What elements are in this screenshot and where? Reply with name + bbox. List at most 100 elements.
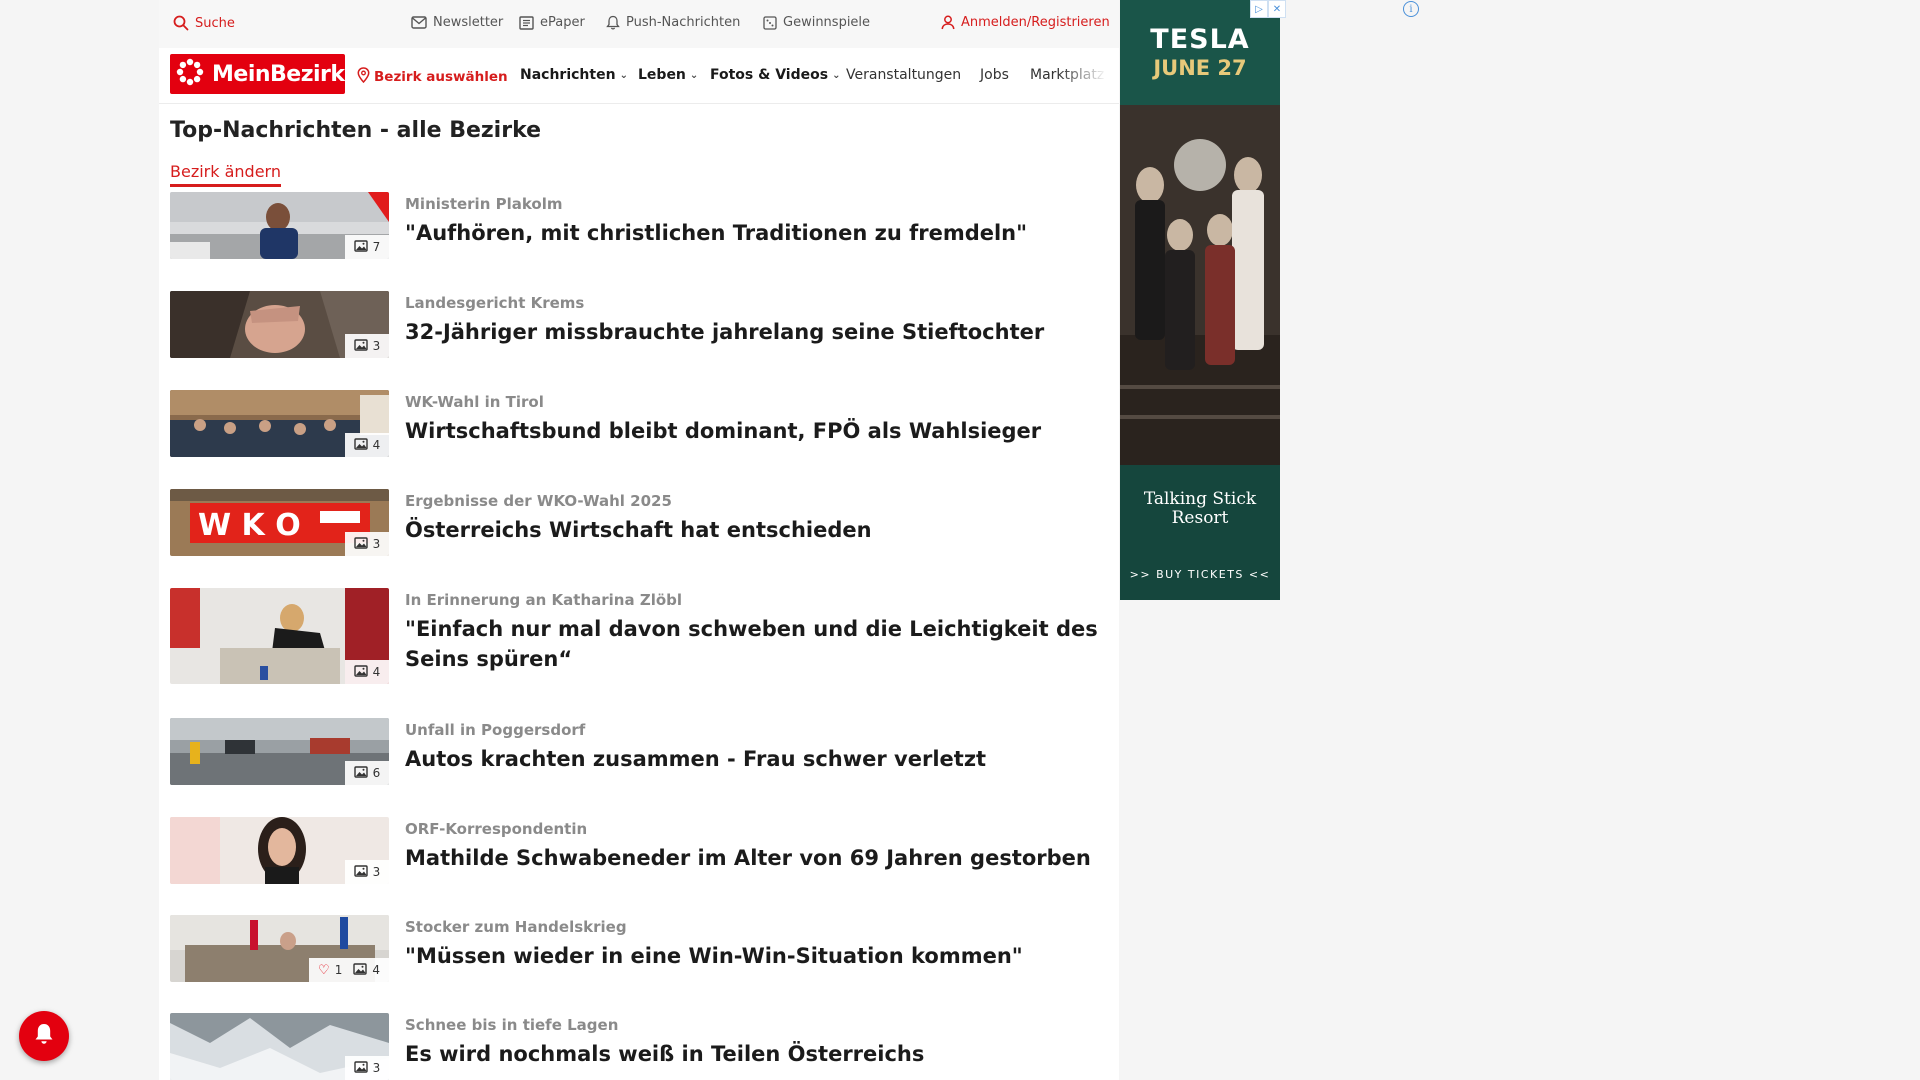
article-headline[interactable]: 32-Jähriger missbrauchte jahrelang seine…: [405, 317, 1105, 347]
nav-leben[interactable]: Leben ⌄: [638, 67, 698, 83]
article-kicker: Ergebnisse der WKO-Wahl 2025: [405, 492, 672, 510]
bell-icon: [33, 1022, 55, 1050]
close-icon[interactable]: ✕: [1268, 0, 1286, 18]
image-icon: [353, 864, 368, 880]
login-label: Anmelden/Registrieren: [961, 15, 1110, 30]
photo-count: 4: [372, 963, 380, 977]
article-headline[interactable]: Mathilde Schwabeneder im Alter von 69 Ja…: [405, 843, 1105, 873]
photo-count: 6: [372, 766, 381, 780]
push-notification-button[interactable]: [19, 1011, 69, 1061]
article-item[interactable]: ♡ 1 4 Stocker zum Handelskrieg "Müssen w…: [170, 915, 1110, 985]
article-item[interactable]: 3 ORF-Korrespondentin Mathilde Schwabene…: [170, 817, 1110, 887]
chevron-down-icon: ⌄: [689, 69, 699, 81]
article-headline[interactable]: Wirtschaftsbund bleibt dominant, FPÖ als…: [405, 416, 1105, 446]
article-item[interactable]: 4 WK-Wahl in Tirol Wirtschaftsbund bleib…: [170, 390, 1110, 460]
push-link[interactable]: Push-Nachrichten: [606, 15, 740, 30]
newsletter-label: Newsletter: [433, 15, 504, 30]
article-kicker: WK-Wahl in Tirol: [405, 393, 544, 411]
main-column: Suche Newsletter ePaper Push-Nachrichten…: [159, 0, 1119, 1080]
article-headline[interactable]: Autos krachten zusammen - Frau schwer ve…: [405, 744, 1105, 774]
heart-icon: ♡: [318, 962, 330, 978]
article-thumbnail[interactable]: 7: [170, 192, 389, 259]
article-headline[interactable]: "Einfach nur mal davon schweben und die …: [405, 614, 1105, 674]
newspaper-icon: [519, 15, 534, 30]
gift-icon: [763, 15, 777, 30]
article-kicker: Stocker zum Handelskrieg: [405, 918, 627, 936]
bezirk-label: Bezirk auswählen: [374, 69, 508, 85]
logo-text: MeinBezirk: [212, 61, 345, 87]
article-headline[interactable]: Es wird nochmals weiß in Teilen Österrei…: [405, 1039, 1105, 1069]
page-title: Top-Nachrichten - alle Bezirke: [170, 118, 542, 143]
search-label: Suche: [195, 15, 235, 31]
nav-leben-label: Leben: [638, 67, 686, 83]
photo-count-badge: 7: [345, 235, 389, 259]
map-pin-icon: [357, 67, 370, 87]
ad-title: TESLA: [1150, 24, 1250, 55]
photo-count-badge: 3: [345, 532, 389, 556]
main-navigation: MeinBezirk Bezirk auswählen Nachrichten …: [159, 48, 1119, 104]
image-icon: [353, 1060, 368, 1076]
ad-buy-tickets[interactable]: >> BUY TICKETS <<: [1120, 568, 1280, 581]
nav-fotos-label: Fotos & Videos: [710, 67, 829, 83]
engagement-badge: ♡ 1 4: [309, 958, 389, 982]
chevron-down-icon: ⌄: [619, 69, 628, 81]
newsletter-link[interactable]: Newsletter: [411, 15, 503, 30]
gewinnspiele-link[interactable]: Gewinnspiele: [763, 15, 870, 30]
article-headline[interactable]: "Müssen wieder in eine Win-Win-Situation…: [405, 941, 1105, 971]
gewinnspiele-label: Gewinnspiele: [783, 15, 871, 30]
article-headline[interactable]: "Aufhören, mit christlichen Traditionen …: [405, 218, 1105, 248]
photo-count: 3: [372, 865, 381, 879]
photo-count: 3: [372, 1061, 381, 1075]
article-thumbnail[interactable]: 3: [170, 817, 389, 884]
photo-count-badge: 4: [345, 660, 389, 684]
nav-veranstaltungen-label: Veranstaltungen: [846, 67, 962, 83]
nav-fotos-videos[interactable]: Fotos & Videos ⌄: [710, 67, 840, 83]
ad-date: JUNE 27: [1153, 56, 1247, 80]
epaper-link[interactable]: ePaper: [519, 15, 585, 30]
article-thumbnail[interactable]: 6: [170, 718, 389, 785]
article-headline[interactable]: Österreichs Wirtschaft hat entschieden: [405, 515, 1105, 545]
article-kicker: In Erinnerung an Katharina Zlöbl: [405, 591, 683, 609]
article-item[interactable]: 4 In Erinnerung an Katharina Zlöbl "Einf…: [170, 588, 1110, 688]
info-icon[interactable]: i: [1403, 1, 1419, 17]
article-item[interactable]: W K O 3 Ergebnisse der WKO-Wahl 2025 Öst…: [170, 489, 1110, 559]
article-kicker: Ministerin Plakolm: [405, 195, 563, 213]
article-thumbnail[interactable]: 4: [170, 588, 389, 684]
image-icon: [353, 962, 368, 978]
photo-count-badge: 4: [345, 433, 389, 457]
photo-count-badge: 3: [345, 860, 389, 884]
chevron-down-icon: ⌄: [832, 69, 841, 81]
photo-count-badge: 3: [345, 1056, 389, 1080]
article-item[interactable]: 3 Landesgericht Krems 32-Jähriger missbr…: [170, 291, 1110, 361]
article-thumbnail[interactable]: W K O 3: [170, 489, 389, 556]
article-item[interactable]: 6 Unfall in Poggersdorf Autos krachten z…: [170, 718, 1110, 788]
ad-band-photo: [1120, 105, 1280, 465]
login-link[interactable]: Anmelden/Registrieren: [941, 15, 1110, 30]
article-kicker: ORF-Korrespondentin: [405, 820, 588, 838]
like-count: 1: [334, 963, 343, 977]
bezirk-change-link[interactable]: Bezirk ändern: [170, 162, 281, 187]
article-thumbnail[interactable]: ♡ 1 4: [170, 915, 389, 982]
image-icon: [353, 437, 368, 453]
nav-jobs[interactable]: Jobs: [980, 67, 1009, 83]
article-item[interactable]: 3 Schnee bis in tiefe Lagen Es wird noch…: [170, 1013, 1110, 1080]
article-item[interactable]: 7 Ministerin Plakolm "Aufhören, mit chri…: [170, 192, 1110, 262]
nav-nachrichten[interactable]: Nachrichten ⌄: [520, 67, 628, 83]
article-thumbnail[interactable]: 4: [170, 390, 389, 457]
search-link[interactable]: Suche: [173, 15, 235, 31]
image-icon: [353, 536, 368, 552]
article-thumbnail[interactable]: 3: [170, 291, 389, 358]
ad-controls: ▷ ✕: [1250, 0, 1286, 18]
image-icon: [353, 765, 368, 781]
photo-count-badge: 3: [345, 334, 389, 358]
photo-count-badge: 6: [345, 761, 389, 785]
meinbezirk-logo[interactable]: MeinBezirk: [170, 54, 345, 94]
utility-bar: Suche Newsletter ePaper Push-Nachrichten…: [159, 0, 1119, 48]
bezirk-select[interactable]: Bezirk auswählen: [357, 67, 508, 87]
tesla-concert-ad[interactable]: TESLA JUNE 27 Talking Stick Resort >> BU…: [1120, 0, 1280, 600]
article-thumbnail[interactable]: 3: [170, 1013, 389, 1080]
adchoices-icon[interactable]: ▷: [1250, 0, 1268, 18]
photo-count: 3: [372, 537, 381, 551]
wko-sign-text: W K O: [198, 508, 301, 543]
nav-veranstaltungen[interactable]: Veranstaltungen: [846, 67, 961, 83]
